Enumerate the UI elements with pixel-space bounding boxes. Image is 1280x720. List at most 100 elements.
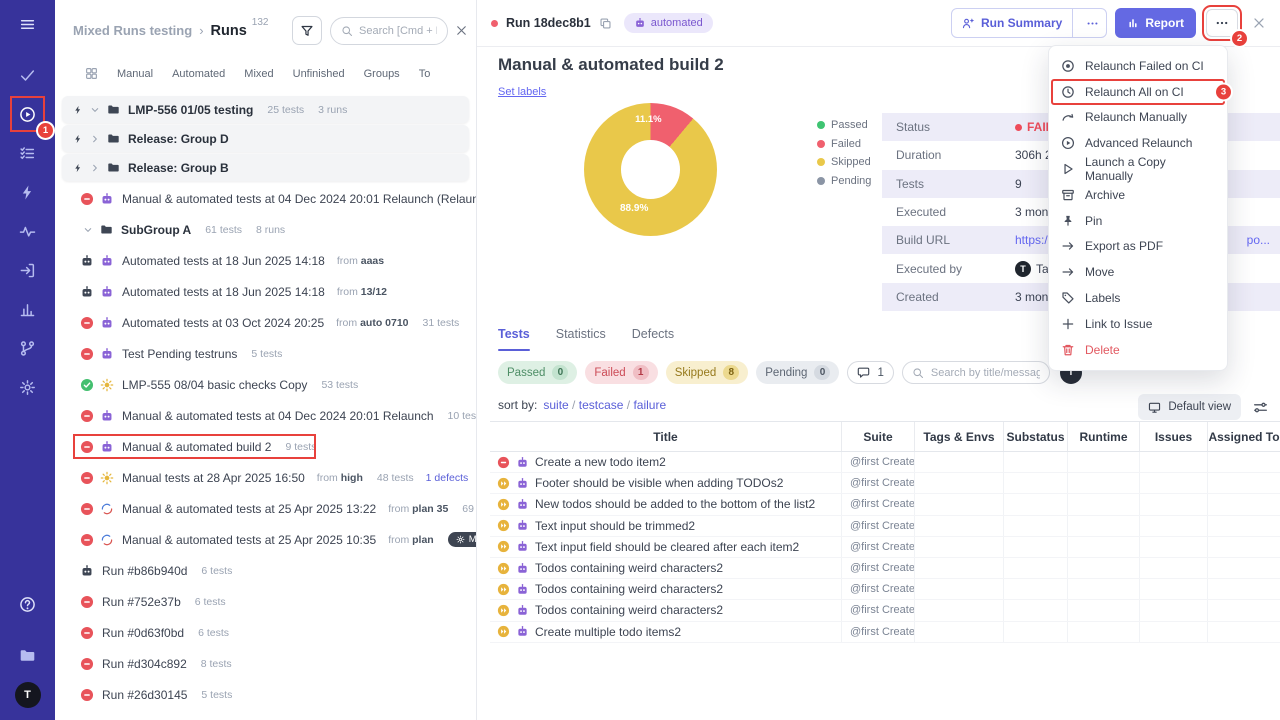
menu-item-link-to-issue[interactable]: Link to Issue [1049,311,1227,337]
comments-filter-chip[interactable]: 1 [847,361,894,384]
menu-item-move[interactable]: Move [1049,259,1227,285]
tab-statistics[interactable]: Statistics [556,327,606,351]
group-list-item[interactable]: Release: Group D [62,125,469,152]
sidebar-branch-button[interactable] [0,329,55,368]
runs-tab-unfinished[interactable]: Unfinished [293,68,345,80]
user-avatar[interactable]: T [14,682,41,708]
runs-tab-groups[interactable]: Groups [364,68,400,80]
sort-testcase[interactable]: testcase [579,398,624,412]
sidebar-login-button[interactable] [0,251,55,290]
menu-item-relaunch-failed-on-ci[interactable]: Relaunch Failed on CI [1049,53,1227,79]
run-list-item[interactable]: Manual & automated build 2 9 tests [55,431,476,462]
run-list-item[interactable]: Automated tests at 18 Jun 2025 14:18 from… [55,245,476,276]
runs-tab-mixed[interactable]: Mixed [244,68,273,80]
menu-item-export-as-pdf[interactable]: Export as PDF [1049,234,1227,260]
tab-defects[interactable]: Defects [632,327,674,351]
column-header-assigned-to[interactable]: Assigned To [1208,422,1280,451]
test-title: Create multiple todo items2 [535,624,682,639]
sidebar-pulse-button[interactable] [0,212,55,251]
test-row[interactable]: Todos containing weird characters2 @first… [490,600,1280,622]
run-list-item[interactable]: Run #0d63f0bd 6 tests [55,617,476,648]
tests-search[interactable] [901,361,1050,384]
column-header-substatus[interactable]: Substatus [1004,422,1068,451]
test-row[interactable]: Todos containing weird characters2 @first… [490,579,1280,601]
tests-search-input[interactable] [930,366,1040,379]
menu-item-relaunch-manually[interactable]: Relaunch Manually [1049,105,1227,131]
column-header-issues[interactable]: Issues [1140,422,1208,451]
report-button[interactable]: Report [1115,8,1196,38]
sidebar-play-circle-button[interactable]: 1 [0,95,55,138]
menu-item-delete[interactable]: Delete [1049,337,1227,363]
tab-tests[interactable]: Tests [498,327,530,351]
run-list-item[interactable]: Manual & automated tests at 25 Apr 2025 … [55,493,476,524]
run-list-item[interactable]: Run #26d30145 5 tests [55,679,476,710]
test-row[interactable]: Create a new todo item2 @first Create ... [490,452,1280,474]
set-labels-link[interactable]: Set labels [498,86,546,98]
column-header-runtime[interactable]: Runtime [1068,422,1140,451]
filter-chip-pending[interactable]: Pending 0 [756,361,840,384]
sidebar-bolt-button[interactable] [0,173,55,212]
test-row[interactable]: Text input should be trimmed2 @first Crea… [490,515,1280,537]
run-list-item[interactable]: Run #b86b940d 6 tests [55,555,476,586]
run-list-item[interactable]: Manual & automated tests at 25 Apr 2025 … [55,524,476,555]
sidebar-folder-button[interactable] [0,636,55,675]
sidebar-tasks-button[interactable] [0,134,55,173]
runs-tab-automated[interactable]: Automated [172,68,225,80]
columns-settings-icon[interactable] [1253,400,1268,415]
menu-item-relaunch-all-on-ci[interactable]: Relaunch All on CI 3 [1049,78,1231,105]
run-topbar: Run 18dec8b1 automated Run Summary Repor… [477,0,1280,47]
menu-item-archive[interactable]: Archive [1049,182,1227,208]
menu-item-launch-a-copy-manually[interactable]: Launch a Copy Manually [1049,155,1227,183]
run-list-item[interactable]: Manual & automated tests at 04 Dec 2024 … [55,183,476,214]
copy-icon[interactable] [599,17,612,30]
runs-left-panel: Mixed Runs testing › Runs 132 Manual Auto… [55,0,477,720]
group-list-item[interactable]: Release: Group B [62,154,469,181]
test-row[interactable]: Create multiple todo items2 @first Create… [490,621,1280,643]
left-panel-close-icon[interactable] [455,24,468,37]
test-row[interactable]: Text input field should be cleared after… [490,536,1280,558]
sort-failure[interactable]: failure [633,398,666,412]
menu-item-pin[interactable]: Pin [1049,208,1227,234]
runs-search-input[interactable] [359,24,437,37]
run-title: Manual tests at 28 Apr 2025 16:50 [122,470,305,485]
run-summary-button[interactable]: Run Summary [950,8,1108,38]
sidebar-chart-button[interactable] [0,290,55,329]
build-url-tail[interactable]: po... [1247,233,1270,247]
sort-suite[interactable]: suite [543,398,568,412]
runs-tab-manual[interactable]: Manual [117,68,153,80]
runs-tab-to[interactable]: To [419,68,431,80]
group-list-item[interactable]: LMP-556 01/05 testing 25 tests 3 runs [62,96,469,123]
runs-search[interactable] [330,16,448,45]
question-icon [19,596,36,613]
column-header-title[interactable]: Title [490,422,842,451]
build-url-link[interactable]: https:/ [1015,233,1048,247]
breadcrumb-project[interactable]: Mixed Runs testing [73,23,192,38]
sidebar-menu-button[interactable] [0,0,55,48]
test-row[interactable]: New todos should be added to the bottom … [490,494,1280,516]
run-list-item[interactable]: Run #752e37b 6 tests [55,586,476,617]
run-list-item[interactable]: Automated tests at 03 Oct 2024 20:25 from… [55,307,476,338]
run-list-item[interactable]: LMP-555 08/04 basic checks Copy 53 tests [55,369,476,400]
default-view-selector[interactable]: Default view [1138,394,1241,420]
sidebar-question-button[interactable] [0,580,55,628]
group-list-item[interactable]: SubGroup A 61 tests 8 runs [55,214,476,245]
column-header-tags-envs[interactable]: Tags & Envs [915,422,1004,451]
menu-item-labels[interactable]: Labels [1049,285,1227,311]
filter-chip-skipped[interactable]: Skipped 8 [665,361,749,384]
filter-chip-passed[interactable]: Passed 0 [498,361,578,384]
run-list-item[interactable]: Test Pending testruns 5 tests [55,338,476,369]
close-run-icon[interactable] [1252,16,1266,30]
test-row[interactable]: Footer should be visible when adding TOD… [490,473,1280,495]
run-list-item[interactable]: Run #d304c892 8 tests [55,648,476,679]
run-list-item[interactable]: Manual & automated tests at 04 Dec 2024 … [55,400,476,431]
filter-button[interactable] [292,16,322,45]
run-list-item[interactable]: Manual tests at 28 Apr 2025 16:50 from hi… [55,462,476,493]
sidebar-gear-button[interactable] [0,368,55,407]
test-row[interactable]: Todos containing weird characters2 @first… [490,557,1280,580]
filter-chip-failed[interactable]: Failed 1 [585,361,658,384]
column-header-suite[interactable]: Suite [842,422,915,451]
menu-item-advanced-relaunch[interactable]: Advanced Relaunch [1049,130,1227,156]
sidebar-check-button[interactable] [0,56,55,95]
summary-more-button[interactable] [1079,17,1106,30]
run-list-item[interactable]: Automated tests at 18 Jun 2025 14:18 from… [55,276,476,307]
